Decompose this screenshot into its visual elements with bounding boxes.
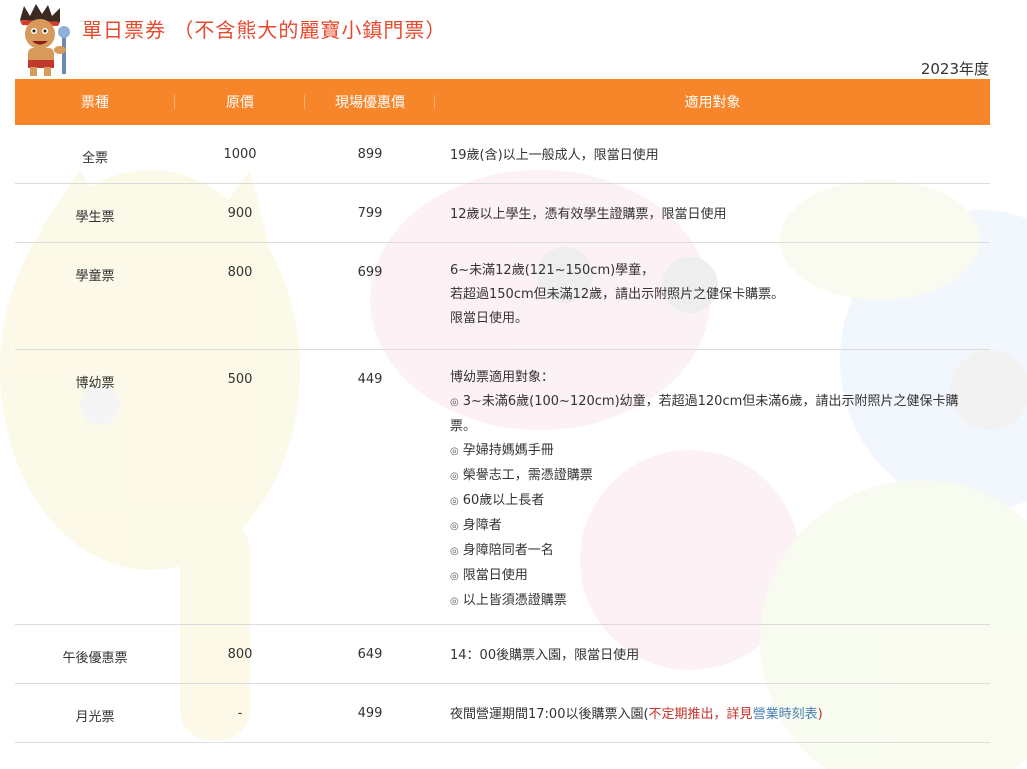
title-subtitle: （不含熊大的麗寶小鎮門票）: [173, 18, 447, 42]
eligibility-bullet-item: ◎ 60歲以上長者: [450, 492, 545, 508]
ticket-type: 博幼票: [75, 375, 115, 391]
original-price: -: [237, 705, 243, 721]
eligibility-line: 6~未滿12歲(121~150cm)學童，: [450, 262, 655, 278]
table-row: 午後優惠票 800 649 14：00後購票入園，限當日使用: [15, 624, 990, 684]
ticket-type: 月光票: [75, 709, 115, 725]
eligibility-text: 12歲以上學生，憑有效學生證購票，限當日使用: [450, 206, 727, 222]
bullet-icon: ◎: [450, 570, 459, 582]
original-price: 800: [227, 646, 253, 662]
table-row: 學生票 900 799 12歲以上學生，憑有效學生證購票，限當日使用: [15, 183, 990, 243]
eligibility-text: 博幼票適用對象： ◎ 3~未滿6歲(100~120cm)幼童，若超過120cm但未…: [435, 350, 990, 614]
eligibility-line: 限當日使用。: [450, 310, 529, 326]
eligibility-line: 若超過150cm但未滿12歲，請出示附照片之健保卡購票。: [450, 286, 785, 302]
eligibility-text: 14：00後購票入園，限當日使用: [450, 647, 640, 663]
year-label: 2023年度: [920, 60, 989, 78]
eligibility-text-main: 夜間營運期間17:00以後購票入園(: [450, 706, 649, 722]
eligibility-note: 不定期推出，詳見: [648, 706, 753, 722]
onsite-price: 649: [357, 646, 383, 662]
bullet-icon: ◎: [450, 445, 459, 457]
title-main: 單日票券: [82, 18, 166, 42]
table-header-row: 票種 原價 現場優惠價 適用對象: [15, 79, 990, 125]
eligibility-text: 6~未滿12歲(121~150cm)學童， 若超過150cm但未滿12歲，請出示…: [435, 243, 990, 331]
ticket-table: 票種 原價 現場優惠價 適用對象 全票 1000 899 19歲(含)以上一般成…: [15, 79, 990, 743]
column-header-ticket-type: 票種: [15, 79, 175, 125]
mascot-logo: [20, 4, 70, 76]
ticket-type: 午後優惠票: [62, 650, 128, 666]
table-row: 月光票 - 499 夜間營運期間17:00以後購票入園(不定期推出，詳見營業時刻…: [15, 683, 990, 743]
table-row: 學童票 800 699 6~未滿12歲(121~150cm)學童， 若超過150…: [15, 242, 990, 350]
original-price: 900: [227, 205, 253, 221]
column-header-original-price: 原價: [175, 79, 305, 125]
eligibility-bullet-item: ◎ 孕婦持媽媽手冊: [450, 442, 554, 458]
onsite-price: 799: [357, 205, 383, 221]
bullet-icon: ◎: [450, 545, 459, 557]
eligibility-bullet-item: ◎ 榮譽志工，需憑證購票: [450, 467, 593, 483]
ticket-type: 學童票: [75, 268, 115, 284]
page-title: 單日票券 （不含熊大的麗寶小鎮門票）: [82, 14, 446, 43]
original-price: 1000: [223, 147, 257, 162]
bullet-icon: ◎: [450, 396, 459, 408]
eligibility-heading: 博幼票適用對象：: [450, 369, 555, 385]
bullet-icon: ◎: [450, 520, 459, 532]
eligibility-note-close: ): [817, 706, 823, 722]
column-header-eligibility: 適用對象: [684, 95, 741, 111]
column-header-onsite-price: 現場優惠價: [305, 79, 435, 125]
onsite-price: 449: [357, 371, 383, 387]
eligibility-text: 19歲(含)以上一般成人，限當日使用: [450, 148, 659, 163]
eligibility-bullet-item: ◎ 身障陪同者一名: [450, 542, 554, 558]
onsite-price: 699: [357, 264, 383, 280]
table-row: 全票 1000 899 19歲(含)以上一般成人，限當日使用: [15, 125, 990, 184]
eligibility-bullet-item: ◎ 3~未滿6歲(100~120cm)幼童，若超過120cm但未滿6歲，請出示附照…: [450, 393, 959, 434]
original-price: 500: [227, 371, 253, 387]
ticket-type: 學生票: [75, 209, 115, 225]
eligibility-bullet-item: ◎ 以上皆須憑證購票: [450, 592, 567, 608]
business-hours-link[interactable]: 營業時刻表: [753, 707, 818, 722]
onsite-price: 899: [357, 147, 383, 162]
ticket-type: 全票: [81, 151, 108, 166]
onsite-price: 499: [357, 705, 383, 721]
bullet-icon: ◎: [450, 495, 459, 507]
eligibility-text: 夜間營運期間17:00以後購票入園(不定期推出，詳見營業時刻表): [435, 684, 990, 724]
original-price: 800: [227, 264, 253, 280]
eligibility-bullet-item: ◎ 限當日使用: [450, 567, 528, 583]
bullet-icon: ◎: [450, 595, 459, 607]
eligibility-bullet-item: ◎ 身障者: [450, 517, 502, 533]
table-row: 博幼票 500 449 博幼票適用對象： ◎ 3~未滿6歲(100~120cm)幼…: [15, 349, 990, 625]
bullet-icon: ◎: [450, 470, 459, 482]
